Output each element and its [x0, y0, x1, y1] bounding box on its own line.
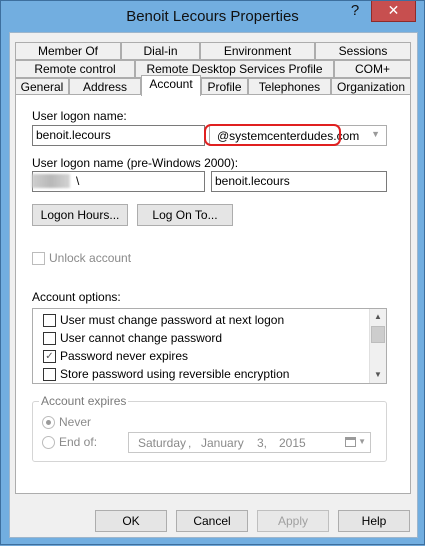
unlock-account-label: Unlock account [49, 251, 132, 265]
date-month: January [201, 436, 244, 450]
apply-button[interactable]: Apply [257, 510, 329, 532]
ok-button[interactable]: OK [95, 510, 167, 532]
option-label: User cannot change password [60, 331, 223, 345]
options-scrollbar[interactable]: ▲ ▼ [369, 309, 386, 383]
list-item[interactable]: User must change password at next logon [33, 311, 368, 329]
cannot-change-password-checkbox[interactable] [43, 332, 56, 345]
option-label: Password never expires [60, 349, 189, 363]
account-content: User logon name: benoit.lecours @systemc… [1, 1, 425, 546]
expiry-date-picker[interactable]: Saturday , January 3, 2015 ▼ [128, 432, 371, 453]
highlight-annotation [204, 124, 341, 146]
account-options-label: Account options: [32, 290, 121, 304]
help-button[interactable]: Help [338, 510, 410, 532]
pre2000-domain-suffix: \ [76, 174, 80, 188]
calendar-icon[interactable] [345, 437, 356, 447]
properties-window: Benoit Lecours Properties ? ✕ Member Of … [0, 0, 425, 545]
date-day: 3, [257, 436, 268, 450]
date-year: 2015 [279, 436, 306, 450]
account-expires-title: Account expires [39, 394, 129, 408]
logon-name-input[interactable]: benoit.lecours [32, 125, 205, 146]
list-item[interactable]: Store password using reversible encrypti… [33, 365, 368, 383]
unlock-account-checkbox[interactable] [32, 252, 45, 265]
pre2000-label: User logon name (pre-Windows 2000): [32, 156, 239, 170]
cancel-button[interactable]: Cancel [176, 510, 248, 532]
end-of-label: End of: [59, 435, 98, 449]
log-on-to-button[interactable]: Log On To... [137, 204, 233, 226]
date-weekday: Saturday [138, 436, 187, 450]
never-radio[interactable] [42, 416, 55, 429]
check-icon: ✓ [45, 351, 54, 362]
date-separator: , [188, 436, 192, 450]
scroll-down-icon[interactable]: ▼ [370, 367, 386, 383]
chevron-down-icon: ▼ [371, 129, 380, 139]
pre2000-name-input[interactable]: benoit.lecours [211, 171, 387, 192]
chevron-down-icon[interactable]: ▼ [358, 437, 366, 446]
never-label: Never [59, 415, 92, 429]
option-label: Store password using reversible encrypti… [60, 367, 290, 381]
end-of-radio[interactable] [42, 436, 55, 449]
option-label: User must change password at next logon [60, 313, 285, 327]
logon-hours-button[interactable]: Logon Hours... [32, 204, 128, 226]
reversible-encryption-checkbox[interactable] [43, 368, 56, 381]
list-item[interactable]: ✓ Password never expires [33, 347, 368, 365]
must-change-password-checkbox[interactable] [43, 314, 56, 327]
password-never-expires-checkbox[interactable]: ✓ [43, 350, 56, 363]
logon-name-label: User logon name: [32, 109, 127, 123]
scroll-thumb[interactable] [371, 326, 385, 343]
list-item[interactable]: User cannot change password [33, 329, 368, 347]
scroll-up-icon[interactable]: ▲ [370, 309, 386, 325]
account-options-list[interactable]: User must change password at next logon … [32, 308, 387, 384]
redacted-domain [32, 174, 70, 188]
